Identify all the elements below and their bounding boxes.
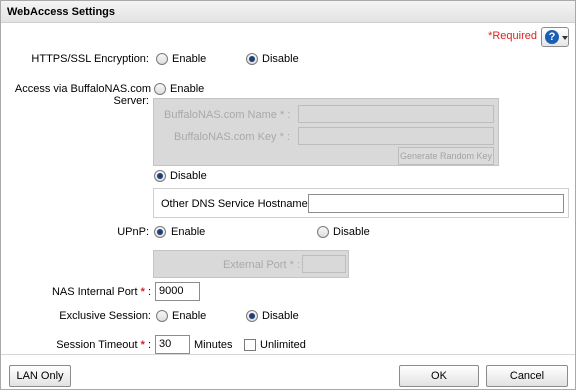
https-enable-radio[interactable] (156, 53, 168, 65)
dns-hostname-input[interactable] (308, 194, 564, 213)
external-port-label-text: External Port (222, 259, 287, 271)
dns-hostname-label: Other DNS Service Hostname * : (161, 197, 321, 211)
required-mark: * (140, 339, 145, 351)
generate-random-key-button: Generate Random Key (398, 147, 494, 165)
dns-hostname-label-text: Other DNS Service Hostname (161, 198, 308, 210)
https-disable-label[interactable]: Disable (262, 52, 299, 66)
exclusive-disable-label[interactable]: Disable (262, 309, 299, 323)
buffalo-enable-radio[interactable] (154, 83, 166, 95)
exclusive-enable-label[interactable]: Enable (172, 309, 206, 323)
session-timeout-label: Session Timeout * : (11, 338, 151, 352)
ok-button[interactable]: OK (399, 365, 479, 387)
question-icon: ? (545, 30, 559, 44)
webaccess-settings-dialog: WebAccess Settings *Required ? HTTPS/SSL… (0, 0, 576, 390)
dns-hostname-box: Other DNS Service Hostname * : (153, 188, 569, 218)
required-mark: * (279, 131, 284, 143)
buffalo-label-line2: Server: (113, 95, 149, 107)
nas-port-label-text: NAS Internal Port (51, 286, 138, 298)
colon: : (147, 286, 151, 298)
session-timeout-label-text: Session Timeout (56, 339, 138, 351)
required-mark: * (279, 109, 285, 121)
buffalo-enable-label[interactable]: Enable (170, 82, 204, 96)
exclusive-session-label: Exclusive Session: (59, 310, 151, 322)
buffalo-key-label-text: BuffaloNAS.com Key (174, 131, 277, 143)
exclusive-disable-radio[interactable] (246, 310, 258, 322)
colon: : (287, 109, 291, 121)
buffalo-name-input (298, 105, 494, 123)
unlimited-checkbox[interactable] (244, 339, 256, 351)
https-disable-radio[interactable] (246, 53, 258, 65)
dialog-body: *Required ? HTTPS/SSL Encryption: Enable… (1, 24, 575, 354)
upnp-enable-label[interactable]: Enable (171, 225, 205, 239)
buffalo-disable-radio[interactable] (154, 170, 166, 182)
upnp-external-port-panel: External Port * : (153, 250, 349, 278)
required-note: *Required (488, 30, 537, 42)
buffalo-settings-panel: BuffaloNAS.com Name * : BuffaloNAS.com K… (153, 98, 499, 166)
dialog-title: WebAccess Settings (1, 1, 575, 23)
https-enable-label[interactable]: Enable (172, 52, 206, 66)
lan-only-button[interactable]: LAN Only (9, 365, 71, 387)
session-timeout-unit: Minutes (194, 339, 233, 351)
buffalo-disable-label[interactable]: Disable (170, 169, 207, 183)
upnp-enable-radio[interactable] (154, 226, 166, 238)
https-label: HTTPS/SSL Encryption: (31, 53, 149, 65)
buffalo-name-label-text: BuffaloNAS.com Name (164, 109, 277, 121)
nas-port-input[interactable]: 9000 (155, 282, 200, 301)
unlimited-label[interactable]: Unlimited (260, 338, 306, 352)
colon: : (296, 259, 300, 271)
external-port-input (302, 255, 346, 273)
upnp-label: UPnP: (117, 226, 149, 238)
dialog-footer: LAN Only OK Cancel (1, 354, 575, 389)
session-timeout-input[interactable]: 30 (155, 335, 190, 354)
cancel-button[interactable]: Cancel (486, 365, 568, 387)
colon: : (147, 339, 151, 351)
exclusive-enable-radio[interactable] (156, 310, 168, 322)
upnp-disable-radio[interactable] (317, 226, 329, 238)
colon: : (286, 131, 290, 143)
nas-port-label: NAS Internal Port * : (11, 285, 151, 299)
buffalo-name-label: BuffaloNAS.com Name * : (164, 108, 290, 122)
help-button[interactable]: ? (541, 27, 569, 47)
required-mark: * (140, 286, 145, 298)
chevron-down-icon (562, 36, 568, 40)
upnp-disable-label[interactable]: Disable (333, 225, 370, 239)
buffalo-key-input (298, 127, 494, 145)
external-port-label: External Port * : (174, 258, 300, 272)
required-mark: * (289, 259, 294, 271)
buffalo-key-label: BuffaloNAS.com Key * : (164, 130, 290, 144)
